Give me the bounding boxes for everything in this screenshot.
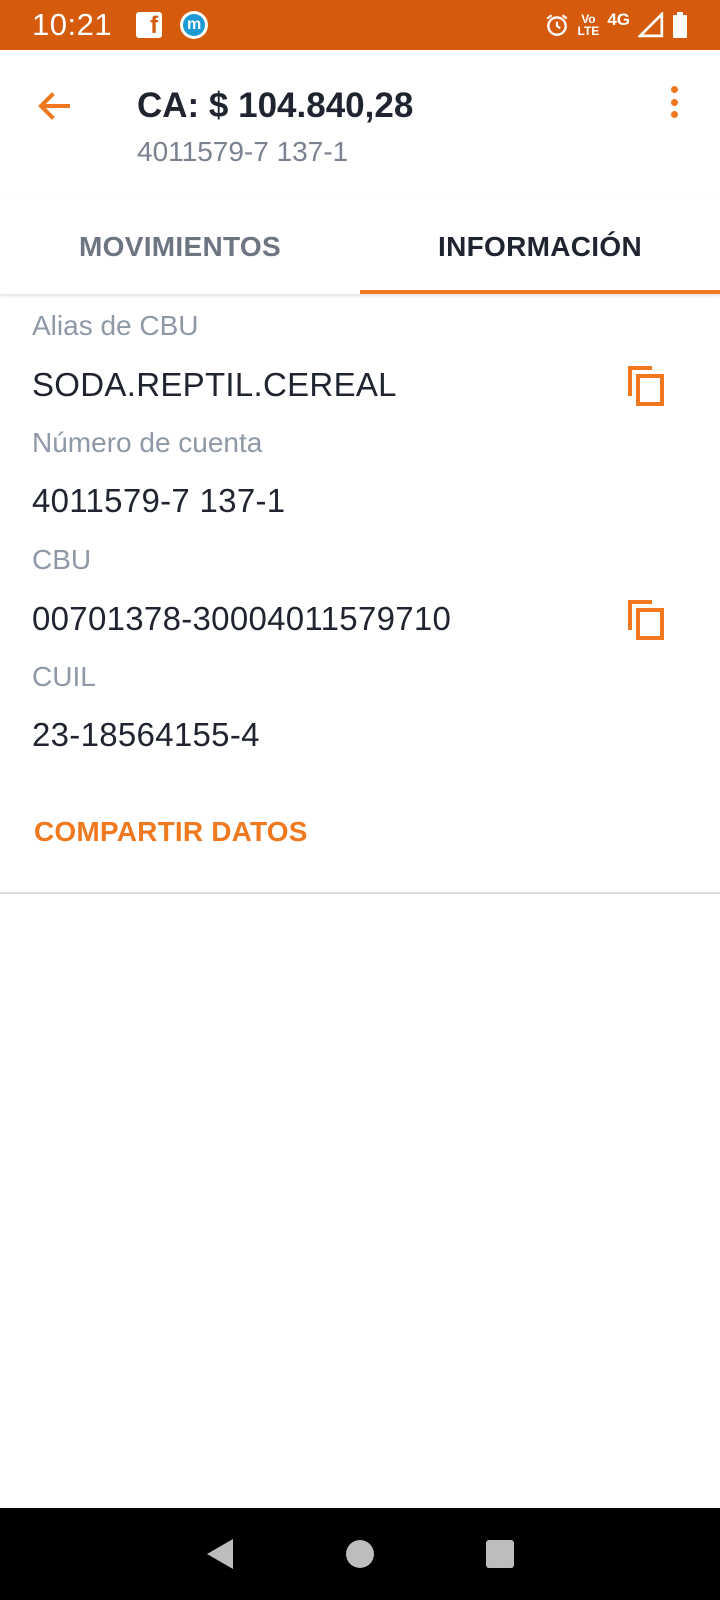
nav-recents-button[interactable] [480, 1534, 520, 1574]
nav-back-button[interactable] [200, 1534, 240, 1574]
facebook-icon: f [136, 12, 163, 38]
cuil-value: 23-18564155-4 [32, 716, 260, 753]
account-number-subtitle: 4011579-7 137-1 [137, 136, 349, 167]
volte-icon: Vo LTE [577, 12, 600, 38]
tab-movimientos[interactable]: MOVIMIENTOS [0, 200, 360, 294]
tab-informacion[interactable]: INFORMACIÓN [360, 200, 720, 294]
square-recents-icon [486, 1540, 514, 1568]
navigation-bar [0, 1508, 720, 1600]
alias-value: SODA.REPTIL.CEREAL [32, 366, 397, 403]
network-type: 4G [607, 10, 630, 29]
cbu-label: CBU [32, 544, 92, 575]
more-options-button[interactable] [656, 80, 692, 124]
notification-icons: f m [136, 11, 209, 39]
copy-icon [628, 366, 664, 406]
screen: 10:21 f m Vo LTE 4G CA: $ 104.840,28 401… [0, 0, 720, 1600]
share-data-button[interactable]: COMPARTIR DATOS [34, 816, 308, 848]
account-number-label: Número de cuenta [32, 427, 263, 458]
more-vert-icon [670, 86, 678, 93]
account-balance-title: CA: $ 104.840,28 [137, 86, 414, 125]
nav-home-button[interactable] [340, 1534, 380, 1574]
tab-bar: MOVIMIENTOS INFORMACIÓN [0, 200, 720, 294]
triangle-back-icon [207, 1539, 233, 1569]
movistar-icon: m [180, 11, 209, 39]
signal-icon [638, 12, 664, 38]
copy-cbu-button[interactable] [624, 596, 668, 644]
alarm-icon [546, 14, 567, 36]
alias-label: Alias de CBU [32, 310, 199, 341]
cuil-label: CUIL [32, 661, 96, 692]
status-bar: 10:21 f m Vo LTE 4G [0, 0, 720, 50]
status-time: 10:21 [32, 7, 113, 42]
cbu-value: 00701378-30004011579710 [32, 600, 452, 637]
copy-icon [628, 600, 664, 640]
arrow-back-icon [38, 92, 70, 120]
battery-icon [673, 12, 687, 38]
account-number-value: 4011579-7 137-1 [32, 482, 286, 519]
circle-home-icon [346, 1540, 374, 1568]
back-button[interactable] [30, 82, 78, 130]
copy-alias-button[interactable] [624, 362, 668, 410]
status-right: Vo LTE 4G [544, 10, 688, 38]
app-header: CA: $ 104.840,28 4011579-7 137-1 [0, 50, 720, 200]
divider [0, 892, 720, 894]
